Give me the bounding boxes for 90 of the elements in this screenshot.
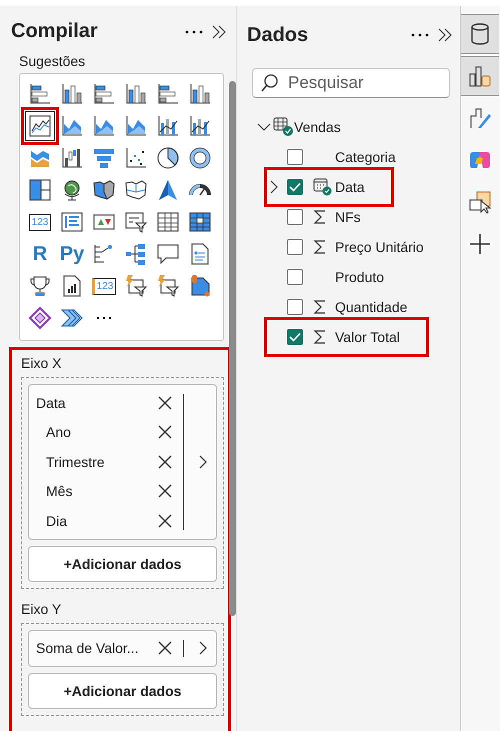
add-data-button[interactable]: +Adicionar dados (28, 546, 217, 582)
line-column-chart-icon (156, 114, 180, 138)
line-column-chart-icon (188, 114, 212, 138)
scrollbar[interactable] (229, 81, 236, 616)
scatter-chart-icon (124, 146, 148, 170)
chart-paintbrush-icon (468, 106, 492, 130)
field-name: Soma de Valor... (36, 640, 140, 656)
calendar-icon (313, 178, 333, 196)
chevron-right-icon[interactable] (198, 641, 208, 656)
bar-chart-icon (28, 82, 52, 106)
checkbox[interactable] (287, 149, 303, 165)
field-name: Data (36, 394, 67, 411)
visual-type-button[interactable]: Py (57, 239, 87, 269)
card-icon: 123 (28, 214, 52, 230)
add-icon (468, 232, 492, 256)
field-name[interactable]: Data (335, 179, 365, 195)
chevron-right-icon[interactable] (198, 454, 208, 469)
checkbox[interactable] (287, 269, 303, 285)
sigma-icon (313, 209, 327, 225)
field-name[interactable]: Categoria (335, 149, 396, 165)
visual-type-button[interactable]: R (25, 239, 55, 269)
checkbox[interactable] (287, 209, 303, 225)
multi-row-card-icon (60, 210, 84, 234)
sigma-icon (313, 239, 327, 255)
key-influencers-icon (124, 242, 148, 266)
more-options-icon[interactable] (411, 32, 429, 38)
line-chart-icon (28, 114, 52, 138)
checkbox[interactable] (287, 329, 303, 345)
remove-icon[interactable] (157, 640, 173, 656)
field-name[interactable]: Valor Total (335, 329, 400, 345)
card-icon: 123 (92, 278, 116, 294)
remove-icon[interactable] (157, 483, 173, 500)
cursor-window-icon (468, 190, 492, 214)
add-data-button[interactable]: +Adicionar dados (28, 673, 217, 709)
remove-icon[interactable] (157, 424, 173, 440)
pane-title: Dados (247, 24, 310, 46)
pane-title: Compilar (11, 20, 99, 43)
slicer-icon (124, 210, 148, 234)
field-name[interactable]: Produto (335, 269, 384, 285)
field-name: Mês (45, 483, 74, 500)
more-options-icon[interactable] (185, 28, 203, 34)
checkbox[interactable] (287, 179, 303, 195)
table-name[interactable]: Vendas (294, 119, 341, 135)
treemap-icon (28, 178, 52, 202)
lightning-filter-icon (124, 274, 148, 298)
chevron-right-icon[interactable] (269, 180, 279, 194)
remove-icon[interactable] (157, 394, 173, 411)
collapse-icon[interactable] (437, 28, 453, 42)
search-field[interactable]: Pesquisar (252, 68, 450, 98)
well-label: Eixo X (21, 355, 62, 371)
column-chart-icon (124, 82, 148, 106)
sigma-icon (313, 299, 327, 315)
checkbox[interactable] (287, 239, 303, 255)
checkbox[interactable] (287, 299, 303, 315)
well-label: Eixo Y (21, 600, 62, 616)
area-chart-icon (92, 114, 116, 138)
map-icon (124, 178, 148, 202)
waterfall-chart-icon (60, 146, 84, 170)
donut-chart-icon (188, 146, 212, 170)
pie-chart-icon (156, 146, 180, 170)
field-name: Dia (45, 512, 68, 529)
visual-type-button[interactable]: ⋯ (89, 303, 119, 333)
speech-bubble-icon (156, 242, 180, 266)
map-icon (92, 178, 116, 202)
table-icon (156, 210, 180, 234)
navigation-arrow-icon (156, 178, 180, 202)
area-chart-icon (124, 114, 148, 138)
lightning-filter-icon (156, 274, 180, 298)
field-name[interactable]: NFs (335, 209, 361, 225)
bar-chart-icon (156, 82, 180, 106)
bar-chart-icon (92, 82, 116, 106)
chart-database-icon (468, 64, 492, 88)
field-name: Trimestre (45, 454, 106, 470)
diamond-icon (28, 306, 52, 330)
section-label: Sugestões (19, 53, 86, 69)
field-name[interactable]: Preço Unitário (335, 239, 424, 255)
table-icon (273, 117, 295, 137)
column-chart-icon (188, 82, 212, 106)
area-chart-icon (60, 114, 84, 138)
field-name: Ano (45, 424, 72, 440)
remove-icon[interactable] (157, 512, 173, 529)
remove-icon[interactable] (157, 454, 173, 470)
matrix-icon (188, 210, 212, 234)
chevron-down-icon[interactable] (257, 122, 271, 132)
trophy-icon (28, 274, 52, 298)
column-chart-icon (60, 82, 84, 106)
funnel-chart-icon (92, 146, 116, 170)
sigma-icon (313, 329, 327, 345)
collapse-icon[interactable] (211, 24, 227, 38)
field-name[interactable]: Quantidade (335, 299, 408, 315)
